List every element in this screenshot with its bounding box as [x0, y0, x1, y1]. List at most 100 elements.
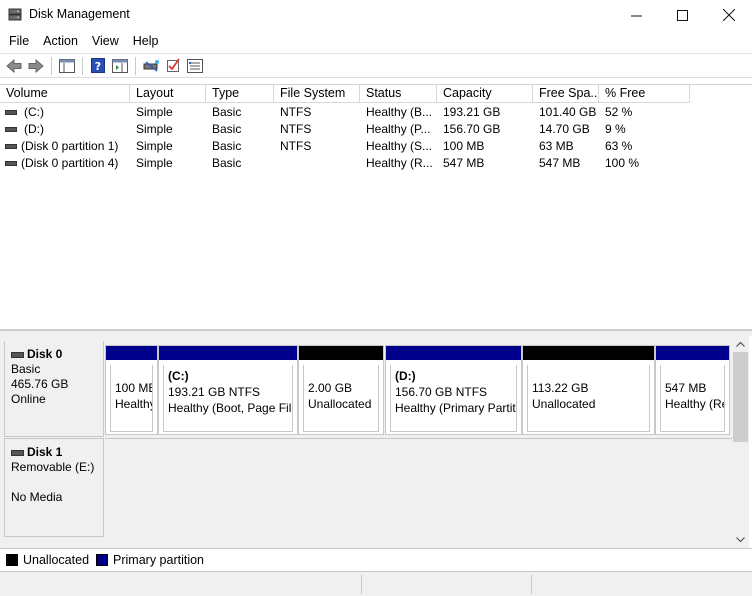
menu-help[interactable]: Help [128, 34, 164, 48]
column-header-layout[interactable]: Layout [130, 85, 206, 103]
menu-file[interactable]: File [4, 34, 34, 48]
partition-details: (C:) 193.21 GB NTFS Healthy (Boot, Page … [163, 365, 293, 432]
maximize-icon [676, 9, 688, 21]
partition-size: 547 MB [665, 381, 707, 395]
cell-file-system: NTFS [280, 122, 312, 136]
cell-layout: Simple [136, 105, 173, 119]
partition-status: Healthy (System, EFI) [115, 397, 153, 411]
partition-status: Unallocated [532, 397, 596, 411]
cell-free-space: 63 MB [539, 139, 574, 153]
volume-list[interactable]: Volume Layout Type File System Status Ca… [0, 84, 752, 330]
partition-size: 2.00 GB [308, 381, 353, 395]
partition-recovery[interactable]: 547 MB Healthy (Re [655, 345, 730, 435]
cell-volume: (Disk 0 partition 1) [21, 139, 119, 153]
cell-capacity: 547 MB [443, 156, 485, 170]
properties-button[interactable] [184, 56, 206, 76]
cell-free-space: 547 MB [539, 156, 581, 170]
scroll-up-button[interactable] [732, 337, 749, 351]
check-icon [166, 58, 180, 72]
disk-0-size: 465.76 GB [11, 377, 69, 391]
scroll-down-button[interactable] [732, 533, 749, 547]
toolbar-separator [82, 56, 83, 75]
cell-type: Basic [212, 105, 242, 119]
partition-system-efi[interactable]: 100 MB Healthy (System, EFI) [105, 345, 158, 435]
check-disk-button[interactable] [162, 56, 184, 76]
close-button[interactable] [706, 0, 752, 30]
maximize-button[interactable] [659, 0, 705, 30]
disk-0-label[interactable]: Disk 0 Basic 465.76 GB Online [4, 341, 104, 437]
disk-1-state: No Media [11, 490, 63, 504]
cell-status: Healthy (S... [366, 139, 433, 153]
partition-status: Unallocated [308, 397, 372, 411]
help-button[interactable]: ? [87, 56, 109, 76]
status-pane [361, 575, 531, 594]
table-row[interactable]: (Disk 0 partition 1) Simple Basic NTFS H… [0, 138, 752, 155]
minimize-button[interactable] [613, 0, 659, 30]
cell-volume: (D:) [24, 122, 44, 136]
scroll-thumb[interactable] [733, 352, 748, 442]
show-action-pane-icon [112, 58, 128, 73]
partition-unallocated-2[interactable]: 113.22 GB Unallocated [522, 345, 655, 435]
show-hide-console-tree-icon [59, 58, 75, 73]
partition-color-band [299, 346, 383, 360]
legend: Unallocated Primary partition [0, 548, 752, 570]
forward-arrow-icon [28, 58, 44, 73]
properties-icon [187, 58, 203, 73]
volume-icon [5, 127, 17, 132]
table-row[interactable]: (D:) Simple Basic NTFS Healthy (P... 156… [0, 121, 752, 138]
legend-swatch-unallocated [6, 553, 18, 566]
table-row[interactable]: (Disk 0 partition 4) Simple Basic Health… [0, 155, 752, 172]
column-header-status[interactable]: Status [360, 85, 437, 103]
partition-d[interactable]: (D:) 156.70 GB NTFS Healthy (Primary Par… [385, 345, 522, 435]
vertical-scrollbar[interactable] [732, 336, 749, 548]
column-header-volume[interactable]: Volume [0, 85, 130, 103]
partition-size: 193.21 GB NTFS [168, 385, 261, 399]
back-arrow-icon [6, 58, 22, 73]
connect-virtual-disk-icon [143, 59, 159, 72]
back-button[interactable] [3, 56, 25, 76]
partition-name: (D:) [395, 369, 416, 383]
partition-status: Healthy (Re [665, 397, 725, 411]
column-header-type[interactable]: Type [206, 85, 274, 103]
partition-c[interactable]: (C:) 193.21 GB NTFS Healthy (Boot, Page … [158, 345, 298, 435]
toolbar: ? [0, 53, 752, 78]
partition-details: (D:) 156.70 GB NTFS Healthy (Primary Par… [390, 365, 517, 432]
disk-0-type: Basic [11, 362, 41, 376]
show-hide-console-tree-button[interactable] [56, 56, 78, 76]
cell-layout: Simple [136, 139, 173, 153]
table-row[interactable]: (C:) Simple Basic NTFS Healthy (B... 193… [0, 104, 752, 121]
minimize-icon [630, 15, 642, 16]
cell-percent-free: 52 % [605, 105, 633, 119]
menu-bar: File Action View Help [0, 31, 752, 51]
column-header-file-system[interactable]: File System [274, 85, 360, 103]
legend-item-primary: Primary partition [96, 553, 204, 567]
column-header-capacity[interactable]: Capacity [437, 85, 533, 103]
graphical-disk-view: Disk 0 Basic 465.76 GB Online 100 MB Hea… [0, 336, 732, 548]
volume-icon [5, 110, 17, 115]
partition-color-band [523, 346, 654, 360]
disk-1-label[interactable]: Disk 1 Removable (E:) No Media [4, 438, 104, 537]
menu-view[interactable]: View [87, 34, 124, 48]
column-header-free-space[interactable]: Free Spa... [533, 85, 599, 103]
cell-volume: (C:) [24, 105, 44, 119]
partition-color-band [106, 346, 157, 360]
cell-status: Healthy (P... [366, 122, 431, 136]
disk-icon [11, 449, 24, 456]
volume-icon [5, 161, 17, 166]
show-action-pane-button[interactable] [109, 56, 131, 76]
legend-swatch-primary [96, 553, 109, 566]
help-icon: ? [91, 58, 105, 73]
connect-virtual-disk-button[interactable] [140, 56, 162, 76]
partition-unallocated-1[interactable]: 2.00 GB Unallocated [298, 345, 384, 435]
disk-management-app-icon [8, 8, 22, 21]
disk-icon [11, 351, 24, 358]
partition-status: Healthy (Primary Partit [395, 401, 516, 415]
menu-action[interactable]: Action [38, 34, 83, 48]
forward-button[interactable] [25, 56, 47, 76]
column-header-percent-free[interactable]: % Free [599, 85, 690, 103]
close-icon [723, 9, 735, 21]
cell-status: Healthy (R... [366, 156, 433, 170]
disk-1-type: Removable (E:) [11, 460, 95, 474]
toolbar-separator [135, 56, 136, 75]
cell-capacity: 193.21 GB [443, 105, 501, 119]
